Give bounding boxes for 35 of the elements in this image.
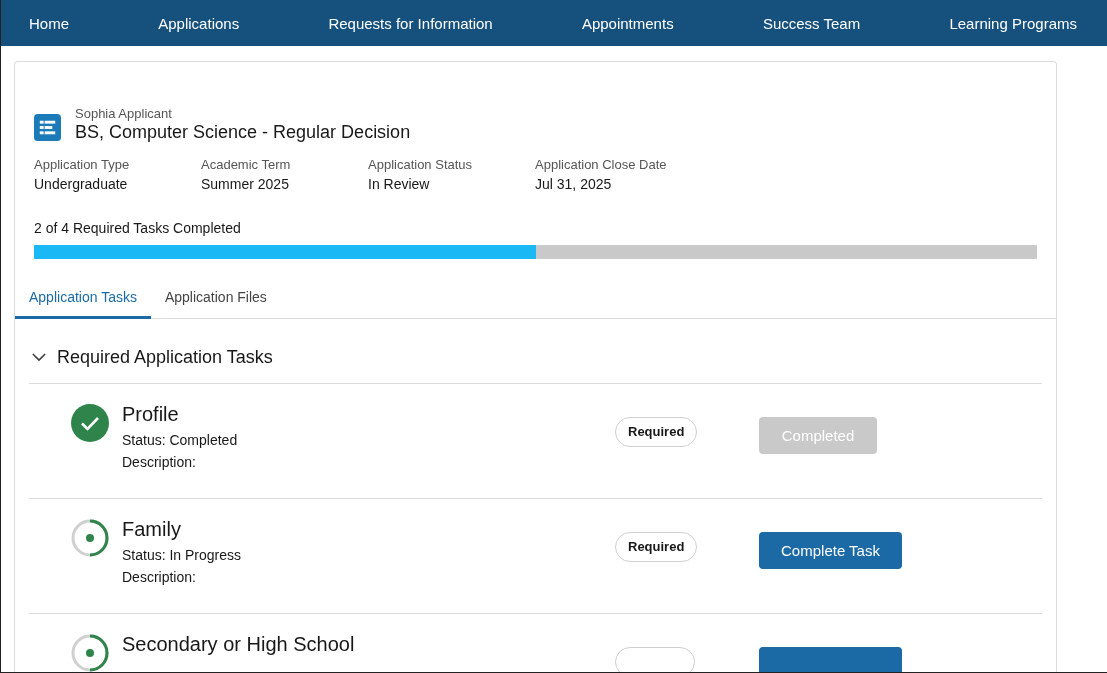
nav-link[interactable]: Home — [29, 14, 69, 32]
field-value: Undergraduate — [34, 176, 129, 192]
field-label: Application Status — [368, 157, 474, 172]
task-name: Secondary or High School — [122, 633, 356, 656]
check-icon — [71, 404, 109, 442]
section-title: Required Application Tasks — [57, 347, 273, 368]
nav-link[interactable]: Requests for Information — [328, 14, 493, 32]
task-status: Status: In Progress — [122, 547, 243, 563]
chevron-icon[interactable] — [32, 353, 46, 362]
field-value: Summer 2025 — [201, 176, 290, 192]
field-value: Jul 31, 2025 — [535, 176, 613, 192]
progress-label: 2 of 4 Required Tasks Completed — [33, 219, 242, 236]
application-title: BS, Computer Science - Regular Decision — [75, 122, 411, 143]
task-name: Family — [122, 518, 182, 541]
required-badge: Required — [615, 417, 698, 447]
required-badge: Required — [615, 532, 698, 562]
task-description: Description: — [122, 454, 197, 470]
task-description: Description: — [122, 569, 197, 585]
field-value: In Review — [368, 176, 431, 192]
nav-link[interactable]: Applications — [158, 14, 240, 32]
nav-link[interactable]: Learning Programs — [949, 14, 1077, 32]
applicant-name: Sophia Applicant — [75, 106, 173, 121]
tab[interactable]: Application Files — [150, 283, 281, 319]
progress-ring-icon — [71, 519, 109, 557]
list-icon — [34, 114, 61, 141]
task-button[interactable]: Complete Task — [759, 532, 902, 569]
nav-link[interactable]: Appointments — [581, 14, 674, 32]
field-label: Academic Term — [201, 157, 292, 172]
task-name: Profile — [122, 403, 180, 426]
field-label: Application Type — [34, 157, 131, 172]
field-label: Application Close Date — [535, 157, 667, 172]
nav-link[interactable]: Success Team — [762, 14, 861, 32]
task-status: Status: Completed — [122, 432, 239, 448]
tab[interactable]: Application Tasks — [15, 283, 151, 319]
progress-ring-icon — [71, 634, 109, 672]
